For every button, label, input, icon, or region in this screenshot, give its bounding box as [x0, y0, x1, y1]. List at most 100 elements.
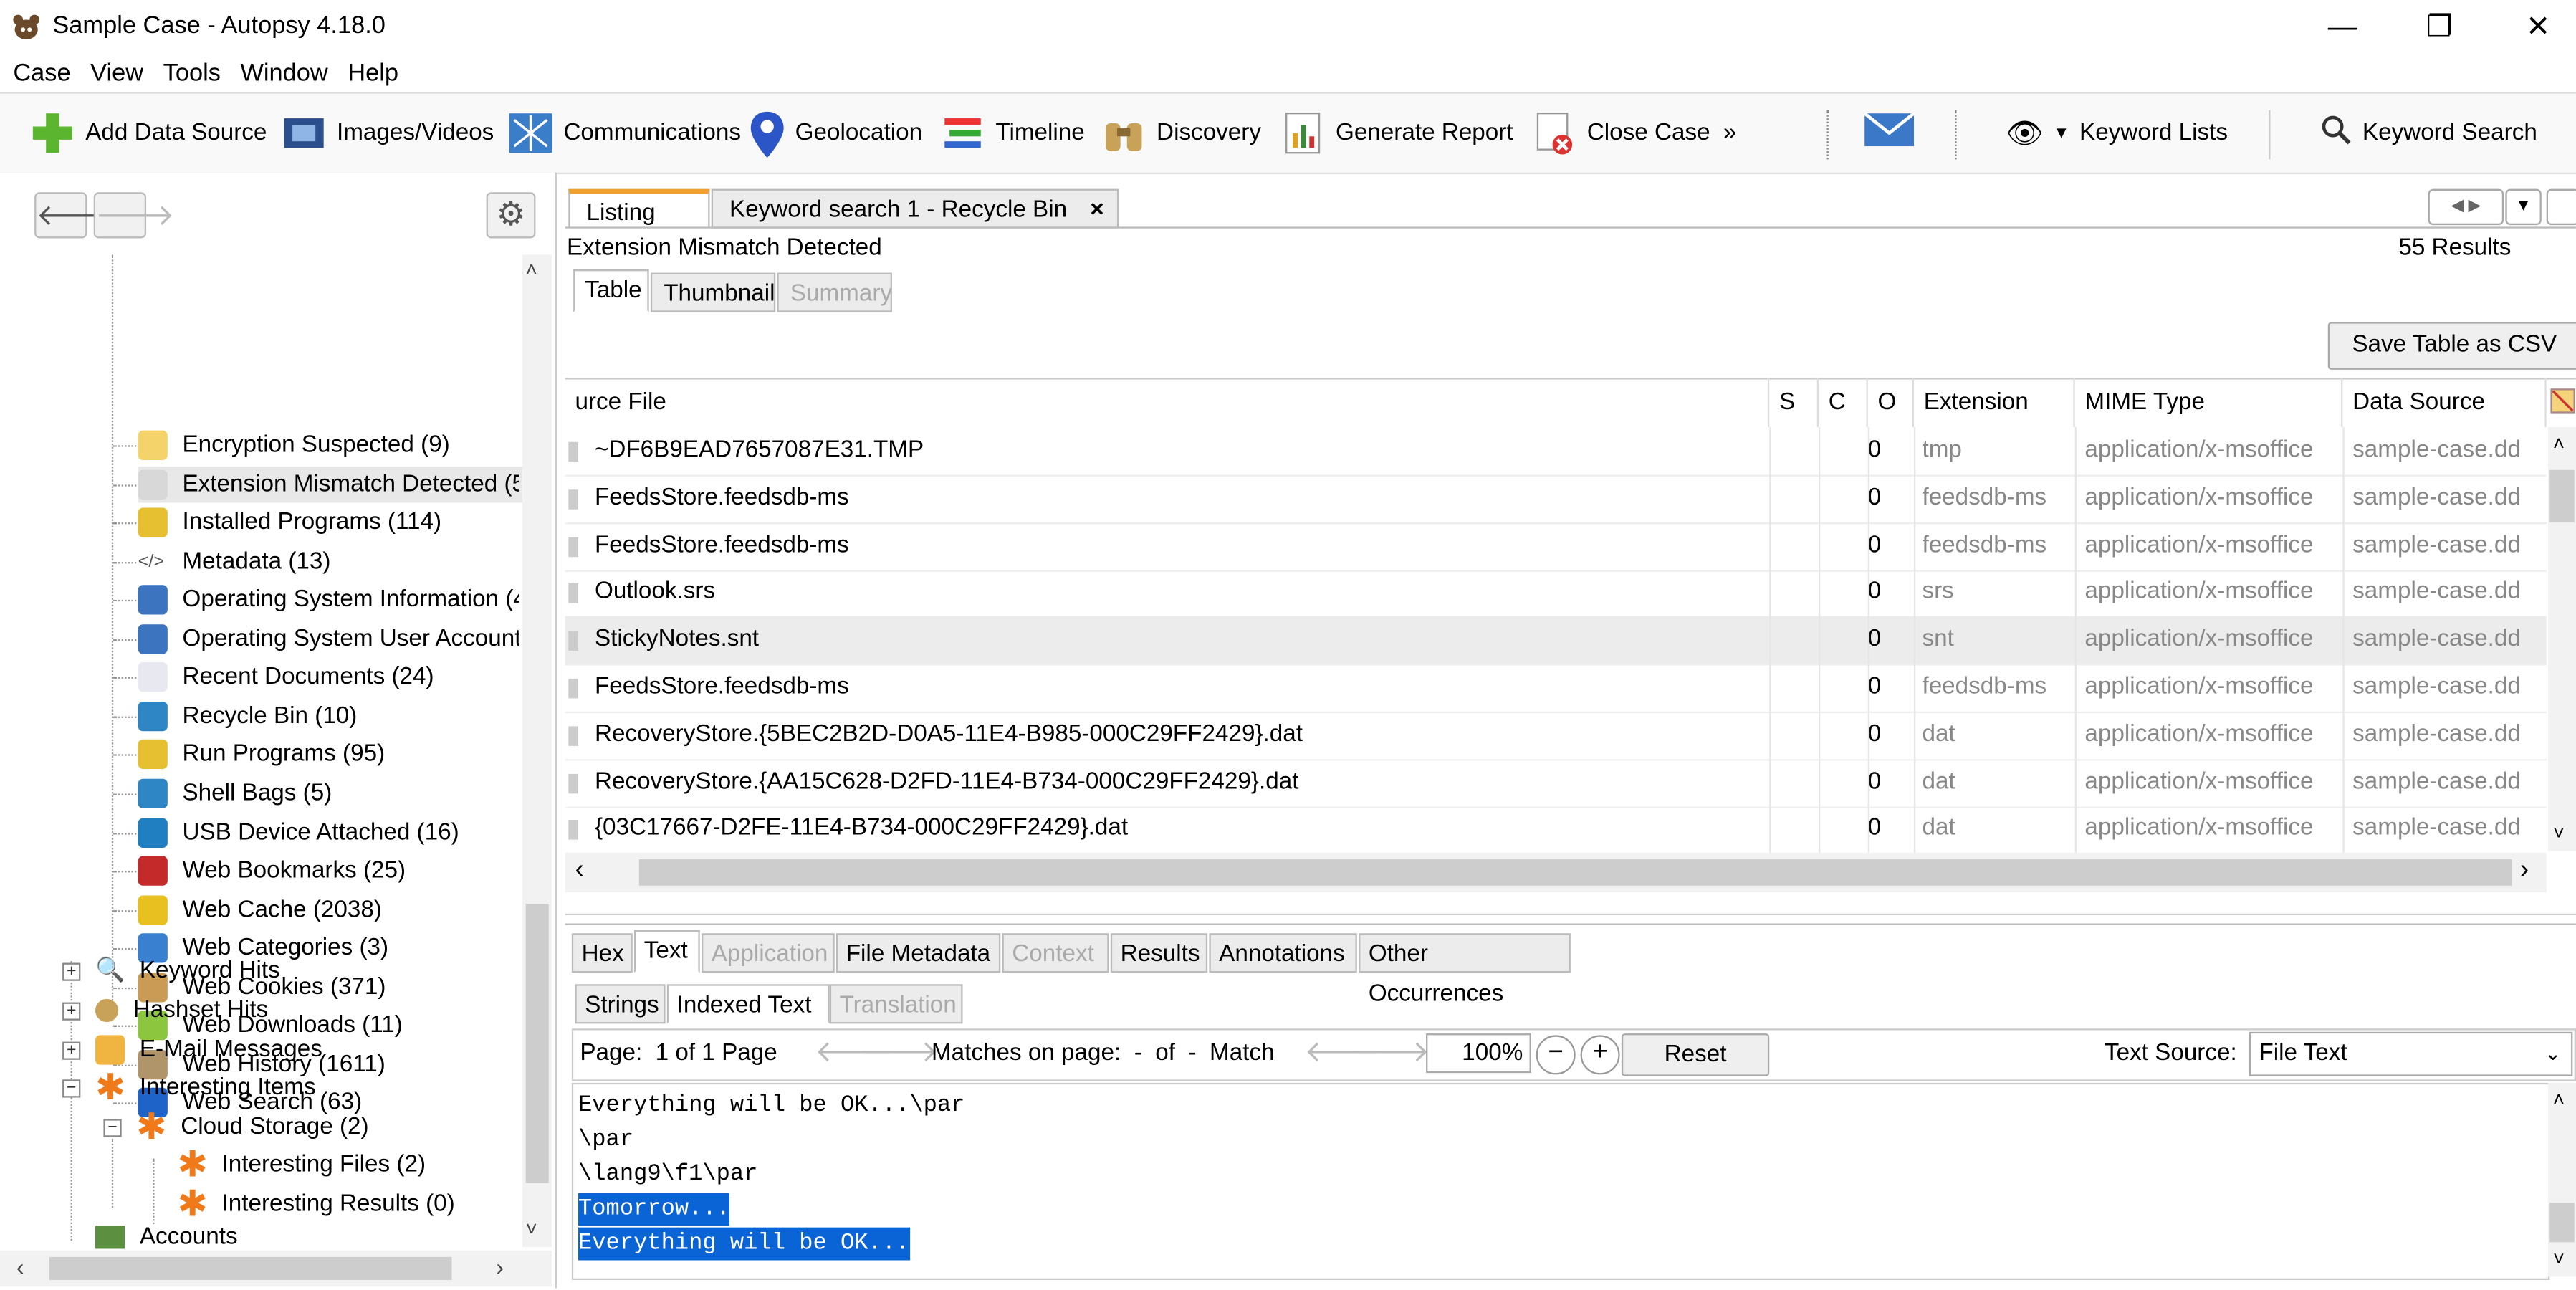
- table-row[interactable]: Outlook.srs 0 srs application/x-msoffice sam…: [565, 569, 2547, 618]
- settings-gear-icon[interactable]: ⚙: [486, 192, 536, 239]
- column-comment[interactable]: C: [1819, 378, 1868, 428]
- content-tab-application[interactable]: Application: [701, 933, 835, 973]
- tree-item[interactable]: Recent Documents (24): [138, 659, 434, 695]
- scroll-down-icon[interactable]: ˅: [2553, 1247, 2565, 1270]
- tree-item[interactable]: Recycle Bin (10): [138, 698, 358, 734]
- zoom-in-icon[interactable]: +: [1580, 1035, 1620, 1075]
- text-vertical-scrollbar[interactable]: ˄ ˅: [2547, 1082, 2576, 1277]
- reset-zoom-button[interactable]: Reset: [1621, 1033, 1770, 1076]
- column-mime-type[interactable]: MIME Type: [2075, 378, 2343, 428]
- collapse-interesting-items[interactable]: −: [62, 1079, 81, 1098]
- scroll-up-icon[interactable]: ˄: [2553, 1088, 2565, 1111]
- table-row[interactable]: ~DF6B9EAD7657087E31.TMP 0 tmp application/x…: [565, 427, 2547, 477]
- tree-item[interactable]: Shell Bags (5): [138, 775, 332, 811]
- forward-button[interactable]: 🡒: [93, 192, 175, 239]
- tab-listing[interactable]: Listing: [568, 188, 710, 229]
- table-scroll-thumb[interactable]: [2549, 469, 2575, 523]
- scroll-left-icon[interactable]: ‹: [16, 1253, 24, 1280]
- tree-horizontal-scrollbar[interactable]: ‹ ›: [0, 1250, 552, 1287]
- generate-report-button[interactable]: Generate Report: [1280, 94, 1513, 173]
- tab-thumbnail[interactable]: Thumbnail: [650, 272, 776, 312]
- zoom-out-icon[interactable]: −: [1536, 1035, 1576, 1075]
- tab-list-dropdown-icon[interactable]: ▼: [2505, 188, 2542, 226]
- geolocation-button[interactable]: Geolocation: [749, 94, 922, 173]
- column-score[interactable]: S: [1769, 378, 1819, 428]
- tree-hscroll-thumb[interactable]: [49, 1256, 452, 1281]
- tree-item[interactable]: Web Cache (2038): [138, 892, 382, 927]
- scroll-up-icon[interactable]: ˄: [526, 258, 537, 281]
- next-page-icon[interactable]: 🡒: [859, 1035, 939, 1069]
- restore-icon[interactable]: ❐: [2415, 6, 2464, 46]
- column-chooser-icon[interactable]: [2548, 381, 2576, 424]
- column-data-source[interactable]: Data Source: [2342, 378, 2547, 428]
- tree-scroll-thumb[interactable]: [525, 903, 549, 1183]
- column-occurrences[interactable]: O: [1868, 378, 1914, 428]
- content-tab-other-occurrences[interactable]: Other Occurrences: [1359, 933, 1571, 1007]
- table-row[interactable]: RecoveryStore.{5BEC2B2D-D0A5-11E4-B985-0…: [565, 711, 2547, 761]
- scroll-left-icon[interactable]: ‹: [575, 856, 583, 885]
- table-horizontal-scrollbar[interactable]: ‹ ›: [565, 852, 2547, 892]
- timeline-button[interactable]: Timeline: [939, 94, 1085, 173]
- tree-item[interactable]: Installed Programs (114): [138, 505, 441, 540]
- content-tab-text[interactable]: Text: [633, 930, 700, 973]
- expand-email-messages[interactable]: +: [62, 1041, 81, 1060]
- tree-email-messages[interactable]: E-Mail Messages: [95, 1032, 322, 1068]
- add-data-source-button[interactable]: Add Data Source: [29, 94, 267, 173]
- scroll-down-icon[interactable]: ˅: [2553, 821, 2565, 844]
- scroll-up-icon[interactable]: ˄: [2553, 432, 2565, 455]
- content-tab-results[interactable]: Results: [1110, 933, 1208, 973]
- tree-hashset-hits[interactable]: Hashset Hits: [95, 993, 268, 1028]
- menu-view[interactable]: View: [90, 58, 143, 86]
- content-tab-context[interactable]: Context: [1002, 933, 1109, 973]
- tree-accounts[interactable]: Accounts: [95, 1226, 238, 1249]
- menu-case[interactable]: Case: [13, 58, 70, 86]
- expand-hashset-hits[interactable]: +: [62, 1002, 81, 1021]
- scroll-down-icon[interactable]: ˅: [526, 1218, 537, 1241]
- content-tab-file-metadata[interactable]: File Metadata: [835, 933, 1001, 973]
- communications-button[interactable]: Communications: [507, 94, 741, 173]
- next-match-icon[interactable]: 🡒: [1351, 1035, 1430, 1069]
- tree-cloud-storage[interactable]: ✱ Cloud Storage (2): [136, 1108, 368, 1145]
- images-videos-button[interactable]: Images/Videos: [281, 94, 494, 173]
- discovery-button[interactable]: Discovery: [1101, 94, 1261, 173]
- table-row[interactable]: RecoveryStore.{AA15C628-D2FD-11E4-B734-0…: [565, 758, 2547, 808]
- minimize-icon[interactable]: —: [2318, 6, 2367, 46]
- content-tab-annotations[interactable]: Annotations: [1209, 933, 1357, 973]
- tree-item[interactable]: Operating System Information (4: [138, 582, 519, 618]
- table-vertical-scrollbar[interactable]: ˄ ˅: [2547, 427, 2576, 851]
- back-button[interactable]: 🡐: [34, 192, 115, 239]
- tree-interesting-items[interactable]: ✱ Interesting Items: [95, 1069, 316, 1106]
- content-tab-hex[interactable]: Hex: [571, 933, 633, 973]
- table-row[interactable]: FeedsStore.feedsdb-ms 0 feedsdb-ms applicat…: [565, 474, 2547, 524]
- tab-table[interactable]: Table: [573, 269, 649, 312]
- more-tools-icon[interactable]: »: [1723, 120, 1737, 146]
- menu-tools[interactable]: Tools: [163, 58, 221, 86]
- zoom-field[interactable]: 100%: [1426, 1033, 1531, 1074]
- tab-keyword-search[interactable]: Keyword search 1 - Recycle Bin ×: [711, 188, 1119, 229]
- tree-item[interactable]: USB Device Attached (16): [138, 814, 459, 850]
- close-case-button[interactable]: Close Case »: [1531, 94, 1737, 173]
- keyword-search-button[interactable]: Keyword Search: [2319, 94, 2537, 173]
- tree-item[interactable]: Web Bookmarks (25): [138, 853, 406, 889]
- save-table-csv-button[interactable]: Save Table as CSV: [2327, 322, 2576, 370]
- email-button[interactable]: [1863, 94, 1925, 173]
- tree-item[interactable]: Operating System User Account: [138, 621, 519, 656]
- expand-keyword-hits[interactable]: +: [62, 962, 81, 981]
- tab-summary[interactable]: Summary: [777, 272, 892, 312]
- column-source-file[interactable]: urce File: [565, 378, 1770, 428]
- sub-tab-strings[interactable]: Strings: [575, 984, 666, 1024]
- scroll-right-icon[interactable]: ›: [496, 1253, 504, 1280]
- tree-interesting-results[interactable]: ✱ Interesting Results (0): [178, 1185, 455, 1222]
- maximize-tab-icon[interactable]: [2546, 188, 2576, 226]
- table-row[interactable]: StickyNotes.snt 0 snt application/x-msoffic…: [565, 616, 2547, 666]
- text-source-select[interactable]: File Text ⌄: [2249, 1031, 2573, 1076]
- tree-item[interactable]: Run Programs (95): [138, 737, 385, 773]
- sub-tab-indexed-text[interactable]: Indexed Text: [666, 984, 830, 1024]
- tab-scroll-arrows[interactable]: ◀ ▶: [2428, 188, 2504, 226]
- table-row[interactable]: FeedsStore.feedsdb-ms 0 feedsdb-ms applicat…: [565, 522, 2547, 571]
- tree-item[interactable]: Encryption Suspected (9): [138, 427, 450, 463]
- tree-item[interactable]: </> Metadata (13): [138, 543, 331, 579]
- table-hscroll-thumb[interactable]: [638, 859, 2512, 886]
- table-row[interactable]: FeedsStore.feedsdb-ms 0 feedsdb-ms applicat…: [565, 664, 2547, 714]
- tree-keyword-hits[interactable]: 🔍 Keyword Hits: [95, 953, 280, 989]
